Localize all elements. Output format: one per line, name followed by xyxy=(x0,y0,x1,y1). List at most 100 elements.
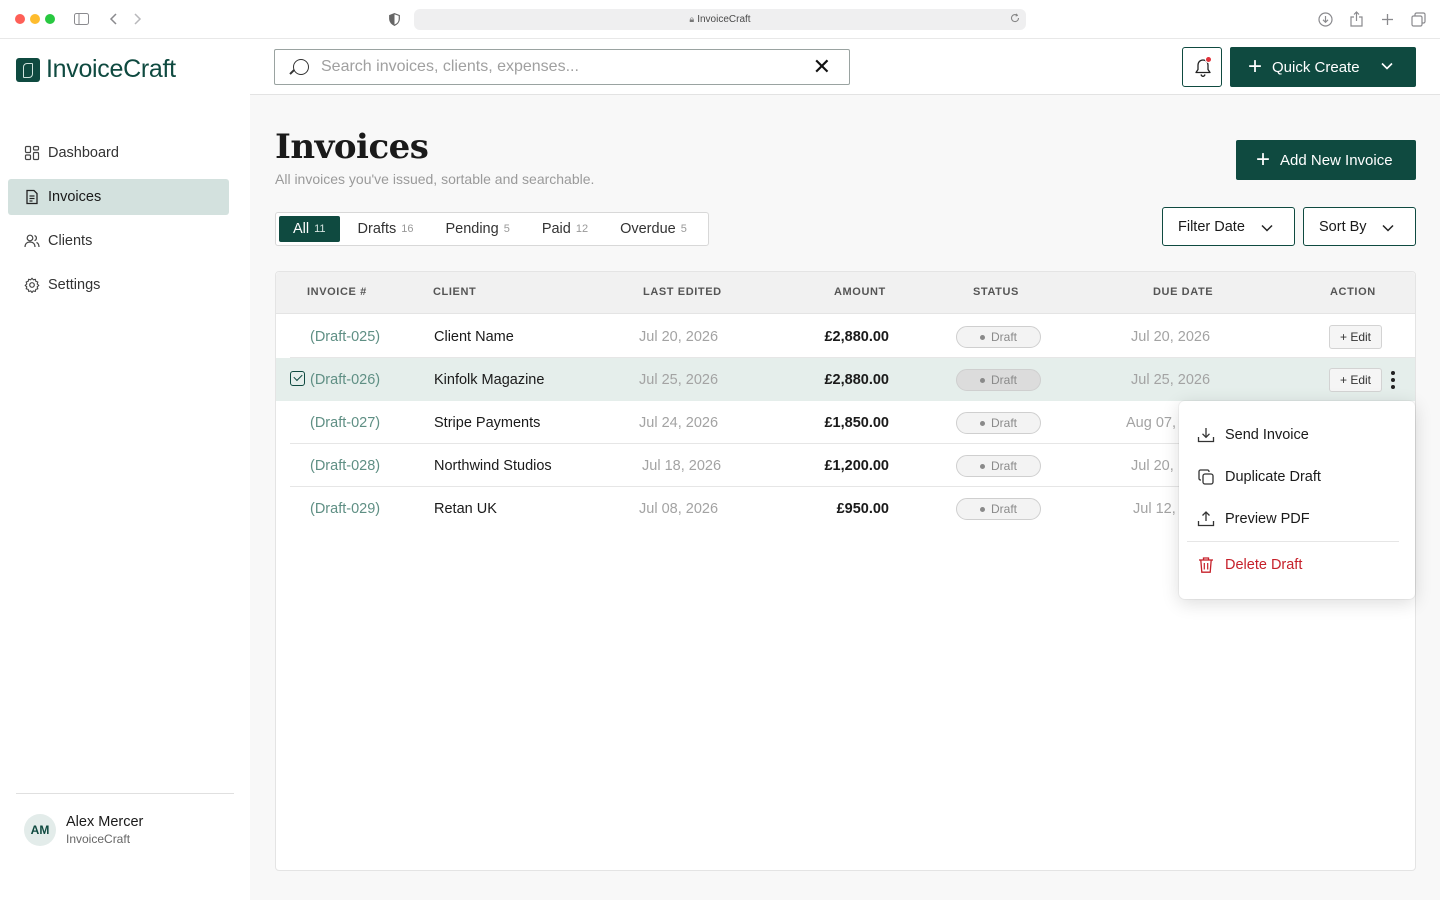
last-edited: Jul 25, 2026 xyxy=(639,372,719,388)
minimize-window-button[interactable] xyxy=(30,14,40,24)
column-header-client[interactable]: CLIENT xyxy=(433,286,476,298)
sidebar-toggle-icon[interactable] xyxy=(74,13,89,25)
menu-item-preview-pdf[interactable]: Preview PDF xyxy=(1179,501,1415,537)
avatar: AM xyxy=(24,814,56,846)
sidebar-item-settings[interactable]: Settings xyxy=(8,267,229,303)
back-icon[interactable] xyxy=(109,13,117,25)
last-edited: Jul 18, 2026 xyxy=(642,458,722,474)
sidebar-item-invoices[interactable]: Invoices xyxy=(8,179,229,215)
user-org: InvoiceCraft xyxy=(66,832,131,846)
edit-button[interactable]: + Edit xyxy=(1329,368,1382,392)
dashboard-icon xyxy=(24,145,40,161)
downloads-icon[interactable] xyxy=(1318,12,1333,27)
app-logo[interactable]: InvoiceCraft xyxy=(16,55,176,84)
client-name: Retan UK xyxy=(434,501,497,517)
status-label: Draft xyxy=(990,330,1017,344)
menu-item-send-invoice[interactable]: Send Invoice xyxy=(1179,417,1415,453)
sidebar: InvoiceCraft Dashboard Invoices Clients … xyxy=(0,39,250,900)
tab-count: 5 xyxy=(680,223,687,235)
table-row[interactable]: (Draft-026) Kinfolk Magazine Jul 25, 202… xyxy=(276,358,1415,401)
tab-count: 16 xyxy=(401,223,414,235)
address-bar[interactable]: 🔒︎ InvoiceCraft xyxy=(414,9,1026,30)
client-name: Northwind Studios xyxy=(434,458,552,474)
tab-count: 12 xyxy=(575,223,589,235)
status-label: Draft xyxy=(990,502,1017,516)
trash-icon xyxy=(1199,557,1213,573)
clear-search-icon[interactable]: ✕ xyxy=(813,56,831,78)
tab-drafts[interactable]: Drafts 16 xyxy=(344,216,428,242)
user-profile[interactable]: AM Alex Mercer InvoiceCraft xyxy=(24,814,143,846)
tab-count: 11 xyxy=(314,223,326,235)
invoice-id[interactable]: (Draft-027) xyxy=(310,415,380,431)
maximize-window-button[interactable] xyxy=(45,14,55,24)
tab-overview-icon[interactable] xyxy=(1411,12,1426,27)
privacy-shield-icon[interactable] xyxy=(389,13,400,26)
search-input[interactable] xyxy=(321,58,791,76)
menu-item-label: Preview PDF xyxy=(1225,511,1310,527)
invoice-id[interactable]: (Draft-029) xyxy=(310,501,380,517)
edit-button[interactable]: + Edit xyxy=(1329,325,1382,349)
tab-pending[interactable]: Pending 5 xyxy=(431,216,523,242)
amount: £950.00 xyxy=(836,501,889,517)
document-icon xyxy=(26,189,38,205)
logo-mark-icon xyxy=(16,57,40,82)
url-text: InvoiceCraft xyxy=(697,14,751,25)
invoice-id[interactable]: (Draft-025) xyxy=(310,329,380,345)
due-date: Aug 07, xyxy=(1126,415,1176,431)
user-name: Alex Mercer xyxy=(66,814,144,830)
column-header-amount[interactable]: AMOUNT xyxy=(834,286,886,298)
duplicate-icon xyxy=(1198,469,1214,485)
tab-all[interactable]: All 11 xyxy=(279,216,340,242)
add-new-invoice-button[interactable]: + Add New Invoice xyxy=(1236,140,1416,180)
status-tabs: All 11 Drafts 16 Pending 5 Paid 12 Overd… xyxy=(275,212,709,246)
invoice-id[interactable]: (Draft-028) xyxy=(310,458,380,474)
menu-item-label: Send Invoice xyxy=(1225,427,1309,443)
amount: £2,880.00 xyxy=(824,329,889,345)
sidebar-item-dashboard[interactable]: Dashboard xyxy=(8,135,229,171)
sidebar-item-clients[interactable]: Clients xyxy=(8,223,229,259)
tab-label: Drafts xyxy=(357,221,397,237)
reload-icon[interactable] xyxy=(1010,13,1020,23)
forward-icon[interactable] xyxy=(134,13,142,25)
browser-chrome: 🔒︎ InvoiceCraft xyxy=(0,0,1440,39)
tab-label: Overdue xyxy=(620,221,676,237)
tab-overdue[interactable]: Overdue 5 xyxy=(606,216,701,242)
menu-item-duplicate-draft[interactable]: Duplicate Draft xyxy=(1179,459,1415,495)
quick-create-button[interactable]: + Quick Create xyxy=(1230,47,1416,87)
status-badge: Draft xyxy=(956,412,1041,434)
plus-icon: + xyxy=(1256,146,1271,173)
new-tab-icon[interactable] xyxy=(1381,13,1394,26)
status-badge: Draft xyxy=(956,455,1041,477)
column-header-invoice[interactable]: INVOICE # xyxy=(307,286,367,298)
due-date: Jul 25, 2026 xyxy=(1131,372,1211,388)
column-header-due-date[interactable]: DUE DATE xyxy=(1153,286,1213,298)
gear-icon xyxy=(24,277,40,293)
invoice-id[interactable]: (Draft-026) xyxy=(310,372,380,388)
plus-icon: + xyxy=(1248,53,1263,80)
lock-icon: 🔒︎ xyxy=(689,14,695,24)
column-header-last-edited[interactable]: LAST EDITED xyxy=(643,286,722,298)
table-row[interactable]: (Draft-025) Client Name Jul 20, 2026 £2,… xyxy=(276,315,1415,358)
menu-item-delete-draft[interactable]: Delete Draft xyxy=(1179,547,1415,583)
sidebar-item-label: Settings xyxy=(48,277,101,293)
notifications-button[interactable] xyxy=(1182,47,1222,87)
client-name: Stripe Payments xyxy=(434,415,541,431)
search-box: ✕ xyxy=(274,49,850,85)
column-header-status[interactable]: STATUS xyxy=(973,286,1019,298)
due-date: Jul 12, xyxy=(1133,501,1176,517)
table-header: INVOICE # CLIENT LAST EDITED AMOUNT STAT… xyxy=(276,272,1415,314)
filter-date-button[interactable]: Filter Date xyxy=(1162,207,1295,246)
close-window-button[interactable] xyxy=(15,14,25,24)
more-actions-icon[interactable] xyxy=(1388,368,1398,392)
upload-icon xyxy=(1197,511,1215,527)
last-edited: Jul 08, 2026 xyxy=(639,501,719,517)
users-icon xyxy=(24,234,40,248)
sort-by-button[interactable]: Sort By xyxy=(1303,207,1416,246)
share-icon[interactable] xyxy=(1350,11,1363,27)
client-name: Kinfolk Magazine xyxy=(434,372,545,388)
menu-item-label: Delete Draft xyxy=(1225,557,1303,573)
tab-paid[interactable]: Paid 12 xyxy=(528,216,602,242)
filter-date-label: Filter Date xyxy=(1178,218,1245,235)
row-checkbox[interactable] xyxy=(290,371,305,386)
status-badge: Draft xyxy=(956,498,1041,520)
